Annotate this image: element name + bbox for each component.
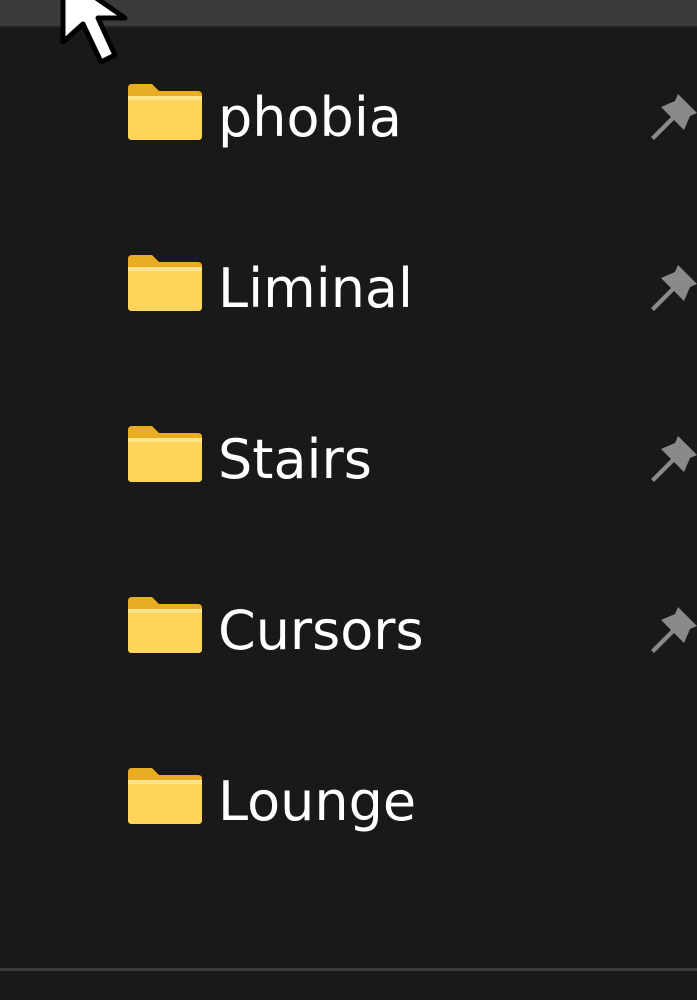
quick-access-item-liminal[interactable]: Liminal bbox=[0, 205, 697, 376]
pin-icon[interactable] bbox=[648, 88, 697, 148]
pin-icon[interactable] bbox=[648, 430, 697, 490]
mouse-pointer-icon bbox=[60, 0, 128, 65]
folder-icon bbox=[128, 255, 202, 311]
folder-icon bbox=[128, 768, 202, 824]
folder-icon bbox=[128, 597, 202, 653]
folder-label: Stairs bbox=[218, 428, 372, 491]
pin-icon[interactable] bbox=[648, 601, 697, 661]
folder-icon bbox=[128, 426, 202, 482]
quick-access-item-stairs[interactable]: Stairs bbox=[0, 376, 697, 547]
folder-label: Lounge bbox=[218, 770, 417, 833]
quick-access-list: phobia Liminal Stairs Cursors Lounge bbox=[0, 34, 697, 889]
folder-label: Cursors bbox=[218, 599, 424, 662]
quick-access-item-lounge[interactable]: Lounge bbox=[0, 718, 697, 889]
navigation-pane: phobia Liminal Stairs Cursors Lounge bbox=[0, 0, 697, 1000]
bottom-divider bbox=[0, 968, 697, 971]
folder-icon bbox=[128, 84, 202, 140]
folder-label: Liminal bbox=[218, 257, 414, 320]
folder-label: phobia bbox=[218, 86, 402, 149]
pin-icon[interactable] bbox=[648, 259, 697, 319]
quick-access-item-cursors[interactable]: Cursors bbox=[0, 547, 697, 718]
